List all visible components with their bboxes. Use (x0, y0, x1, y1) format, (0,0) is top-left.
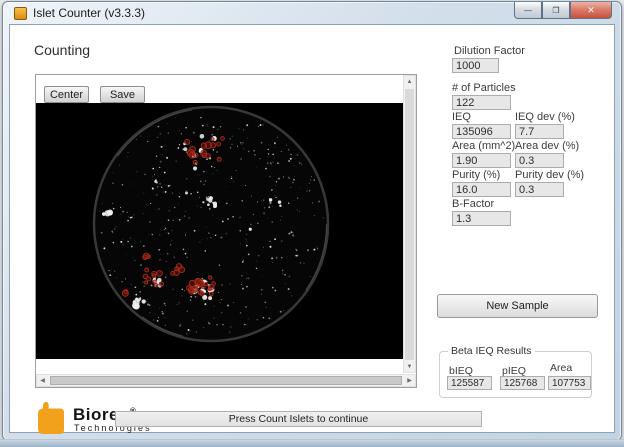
area-ieq-field[interactable]: 107753 (548, 376, 591, 390)
scroll-right-icon[interactable]: ▶ (404, 375, 415, 386)
save-img-button[interactable]: Save Img (100, 86, 145, 103)
window-controls: — ❐ ✕ (514, 2, 612, 19)
dilution-factor-field[interactable]: 1000 (452, 58, 499, 73)
window-title: Islet Counter (v3.3.3) (33, 6, 145, 20)
area-dev-field[interactable]: 0.3 (515, 153, 564, 168)
center-button[interactable]: Center (44, 86, 89, 103)
close-button[interactable]: ✕ (570, 2, 612, 19)
main-content: Counting Center Save Img ▲ ▼ ◀ ▶ Dilutio… (9, 24, 615, 433)
scroll-down-icon[interactable]: ▼ (404, 361, 415, 372)
area-dev-label: Area dev (%) (515, 140, 579, 152)
dilution-factor-label: Dilution Factor (454, 45, 525, 57)
scroll-up-icon[interactable]: ▲ (404, 76, 415, 87)
app-window: Islet Counter (v3.3.3) — ❐ ✕ Counting Ce… (2, 1, 622, 441)
pieq-field[interactable]: 125768 (500, 376, 545, 390)
maximize-button[interactable]: ❐ (542, 2, 570, 19)
close-icon: ✕ (587, 5, 595, 16)
b-factor-label: B-Factor (452, 198, 494, 210)
minimize-button[interactable]: — (514, 2, 542, 19)
particles-field[interactable]: 122 (452, 95, 511, 110)
area-label: Area (mm^2) (452, 140, 515, 152)
horizontal-scroll-thumb[interactable] (50, 376, 402, 385)
beta-ieq-results-group: Beta IEQ Results bIEQ 125587 pIEQ 125768… (439, 351, 592, 398)
bieq-field[interactable]: 125587 (447, 376, 492, 390)
status-bar: Press Count Islets to continue (115, 411, 482, 427)
horizontal-scrollbar[interactable]: ◀ ▶ (36, 374, 416, 387)
titlebar[interactable]: Islet Counter (v3.3.3) — ❐ ✕ (3, 2, 621, 24)
beta-ieq-results-title: Beta IEQ Results (448, 345, 535, 357)
particles-label: # of Particles (452, 82, 516, 94)
dish-image-canvas[interactable] (36, 103, 403, 359)
ieq-dev-label: IEQ dev (%) (515, 111, 575, 123)
image-viewer-panel: Center Save Img ▲ ▼ ◀ ▶ (35, 74, 417, 388)
ieq-field[interactable]: 135096 (452, 124, 511, 139)
purity-label: Purity (%) (452, 169, 500, 181)
scroll-left-icon[interactable]: ◀ (37, 375, 48, 386)
new-sample-button[interactable]: New Sample (437, 294, 598, 318)
vertical-scrollbar[interactable]: ▲ ▼ (403, 75, 416, 373)
ieq-dev-field[interactable]: 7.7 (515, 124, 564, 139)
desktop-edge (0, 439, 624, 447)
purity-dev-label: Purity dev (%) (515, 169, 584, 181)
purity-field[interactable]: 16.0 (452, 182, 511, 197)
b-factor-field[interactable]: 1.3 (452, 211, 511, 226)
area-field[interactable]: 1.90 (452, 153, 511, 168)
ieq-label: IEQ (452, 111, 471, 123)
minimize-icon: — (524, 6, 532, 15)
biorep-hand-icon (30, 399, 70, 437)
vertical-scroll-thumb[interactable] (405, 89, 414, 360)
maximize-icon: ❐ (552, 6, 559, 15)
dish-svg (36, 103, 403, 359)
page-title: Counting (34, 42, 90, 58)
purity-dev-field[interactable]: 0.3 (515, 182, 564, 197)
app-icon (14, 7, 27, 20)
